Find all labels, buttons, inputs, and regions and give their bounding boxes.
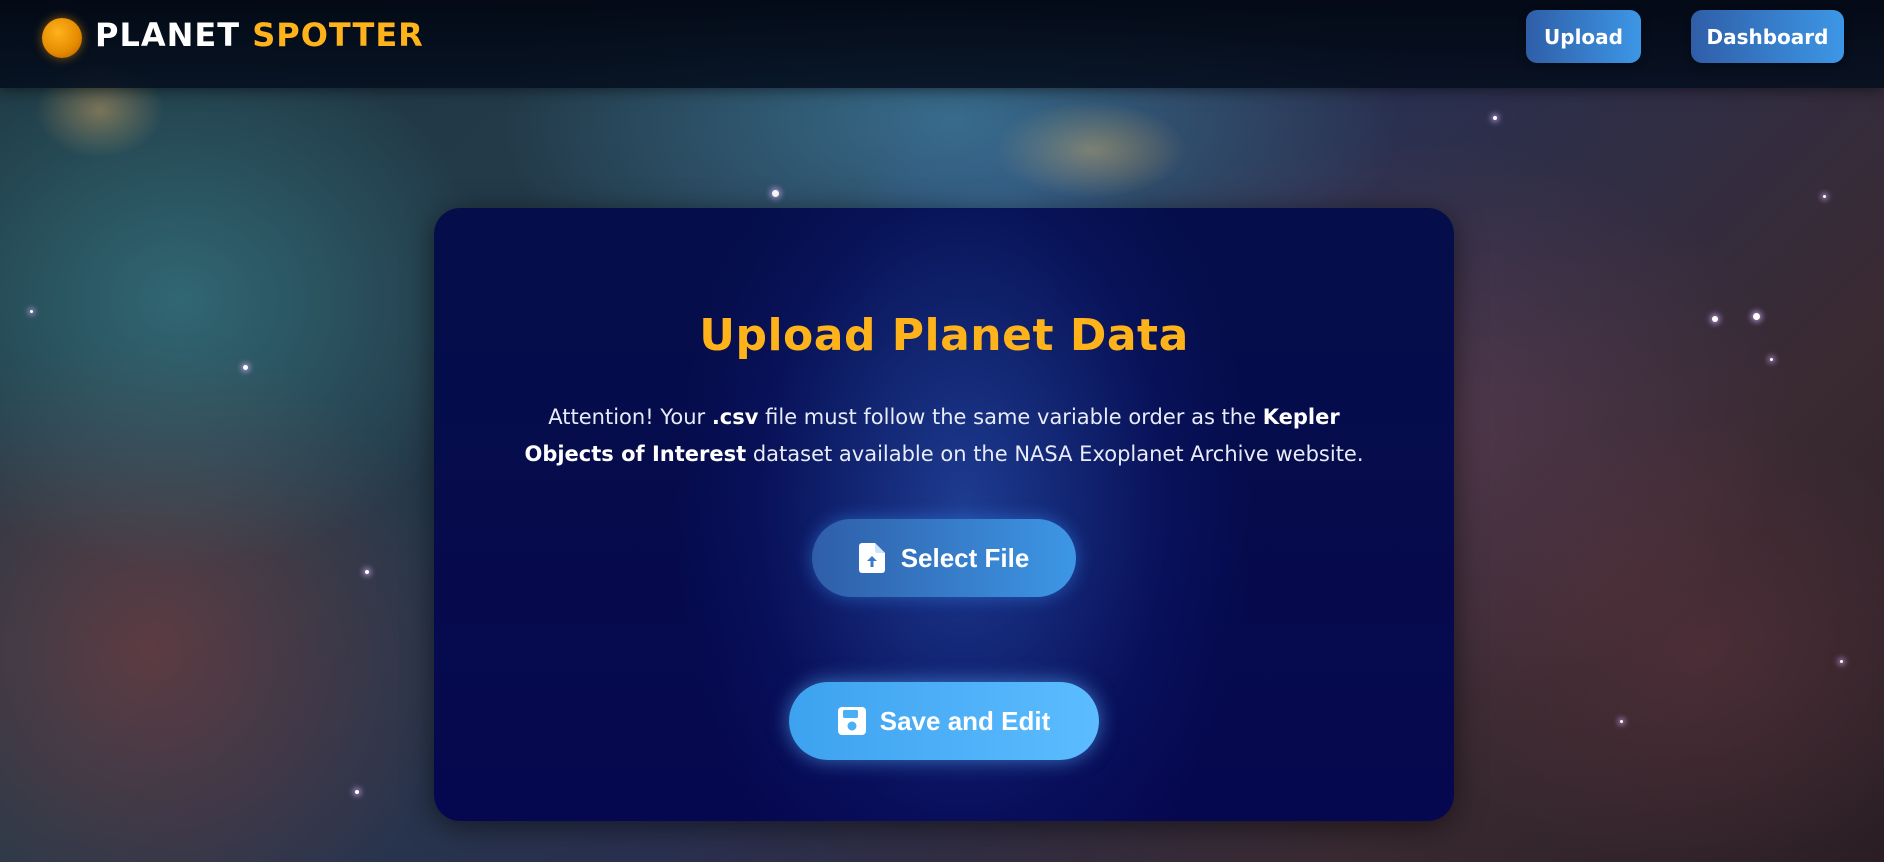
logo-word-spotter: SPOTTER [252, 16, 424, 54]
save-and-edit-label: Save and Edit [879, 705, 1051, 736]
app-logo[interactable]: PLANET SPOTTER [95, 16, 424, 54]
notice-text-1: Attention! Your [548, 405, 712, 429]
planet-logo-icon [42, 18, 82, 58]
notice-text-3: dataset available on the NASA Exoplanet … [746, 442, 1364, 466]
floppy-disk-icon [837, 706, 866, 736]
upload-card: Upload Planet Data Attention! Your .csv … [434, 208, 1454, 821]
top-navbar: PLANET SPOTTER Upload Dashboard [0, 0, 1884, 88]
logo-word-planet: PLANET [95, 16, 241, 54]
notice-text-2: file must follow the same variable order… [758, 405, 1263, 429]
file-upload-icon [858, 543, 887, 573]
upload-nav-button[interactable]: Upload [1526, 10, 1641, 63]
upload-instructions: Attention! Your .csv file must follow th… [514, 399, 1374, 473]
notice-bold-csv: .csv [711, 405, 759, 429]
save-and-edit-button[interactable]: Save and Edit [789, 682, 1099, 760]
dashboard-nav-button[interactable]: Dashboard [1691, 10, 1844, 63]
select-file-label: Select File [900, 542, 1030, 573]
select-file-button[interactable]: Select File [812, 519, 1076, 597]
page-title: Upload Planet Data [699, 310, 1189, 361]
